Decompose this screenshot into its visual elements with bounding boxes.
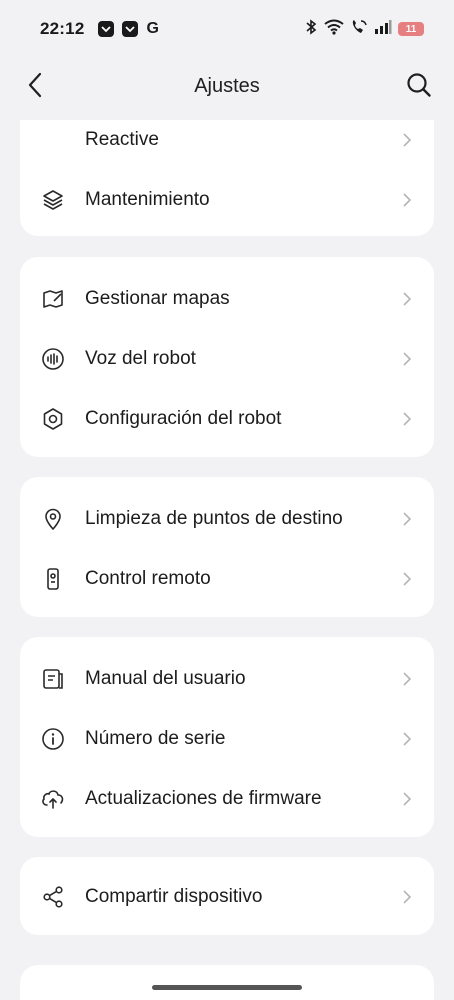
pocket-notif-icon — [122, 21, 139, 37]
map-edit-icon — [40, 286, 66, 312]
location-pin-icon — [40, 506, 66, 532]
signal-icon — [374, 19, 392, 39]
battery-icon: 11 — [398, 22, 424, 36]
settings-card-support: Manual del usuario Número de serie Actua… — [20, 637, 434, 837]
settings-list[interactable]: Reactive Mantenimiento Gestionar mapas V… — [0, 120, 454, 1000]
info-icon — [40, 726, 66, 752]
chevron-right-icon — [400, 133, 414, 147]
settings-item-label: Voz del robot — [85, 348, 196, 369]
google-icon: G — [146, 20, 159, 37]
chevron-right-icon — [400, 890, 414, 904]
chevron-right-icon — [400, 512, 414, 526]
settings-item-label: Gestionar mapas — [85, 288, 230, 309]
back-arrow-icon[interactable] — [20, 70, 50, 100]
chevron-right-icon — [400, 193, 414, 207]
settings-item-actualizaciones-firmware[interactable]: Actualizaciones de firmware — [20, 769, 434, 829]
settings-item-manual-usuario[interactable]: Manual del usuario — [20, 649, 434, 709]
settings-card-robot: Gestionar mapas Voz del robot Configurac… — [20, 257, 434, 457]
page-title: Ajustes — [194, 74, 260, 97]
settings-card-cleaning: Limpieza de puntos de destino Control re… — [20, 477, 434, 617]
chevron-right-icon — [400, 412, 414, 426]
settings-item-mantenimiento[interactable]: Mantenimiento — [20, 170, 434, 230]
status-time: 22:12 — [40, 19, 85, 38]
settings-card-more — [20, 965, 434, 1000]
settings-item-label: Compartir dispositivo — [85, 886, 263, 907]
settings-item-gestionar-mapas[interactable]: Gestionar mapas — [20, 269, 434, 329]
layers-icon — [40, 187, 66, 213]
home-indicator[interactable] — [152, 985, 302, 990]
settings-item-compartir-dispositivo[interactable]: Compartir dispositivo — [20, 867, 434, 927]
chevron-right-icon — [400, 732, 414, 746]
settings-item-label: Configuración del robot — [85, 408, 282, 429]
settings-item-configuracion-del-robot[interactable]: Configuración del robot — [20, 389, 434, 449]
wifi-call-icon — [350, 19, 368, 40]
settings-item-label: Reactive — [85, 129, 159, 150]
settings-item-label: Limpieza de puntos de destino — [85, 508, 343, 529]
cloud-upload-icon — [40, 786, 66, 812]
chevron-right-icon — [400, 352, 414, 366]
chevron-right-icon — [400, 292, 414, 306]
status-bar: 22:12 G 11 — [0, 0, 454, 58]
settings-item-label: Número de serie — [85, 728, 226, 749]
voice-wave-icon — [40, 346, 66, 372]
chevron-right-icon — [400, 672, 414, 686]
wifi-icon — [324, 19, 344, 40]
settings-item-numero-serie[interactable]: Número de serie — [20, 709, 434, 769]
settings-item-label: Mantenimiento — [85, 189, 210, 210]
settings-item-label: Control remoto — [85, 568, 211, 589]
remote-control-icon — [40, 566, 66, 592]
settings-item-control-remoto[interactable]: Control remoto — [20, 549, 434, 609]
search-icon[interactable] — [404, 70, 434, 100]
hexagon-settings-icon — [40, 406, 66, 432]
settings-item-reactive[interactable]: Reactive — [20, 120, 434, 170]
settings-item-label: Actualizaciones de firmware — [85, 788, 322, 809]
settings-card-general: Reactive Mantenimiento — [20, 120, 434, 236]
settings-card-share: Compartir dispositivo — [20, 857, 434, 935]
chevron-right-icon — [400, 792, 414, 806]
settings-item-voz-del-robot[interactable]: Voz del robot — [20, 329, 434, 389]
pocket-notif-icon — [98, 21, 115, 37]
settings-item-label: Manual del usuario — [85, 668, 246, 689]
share-icon — [40, 884, 66, 910]
header: Ajustes — [0, 58, 454, 114]
bluetooth-icon — [304, 18, 318, 40]
settings-item-limpieza-puntos[interactable]: Limpieza de puntos de destino — [20, 489, 434, 549]
manual-book-icon — [40, 666, 66, 692]
chevron-right-icon — [400, 572, 414, 586]
